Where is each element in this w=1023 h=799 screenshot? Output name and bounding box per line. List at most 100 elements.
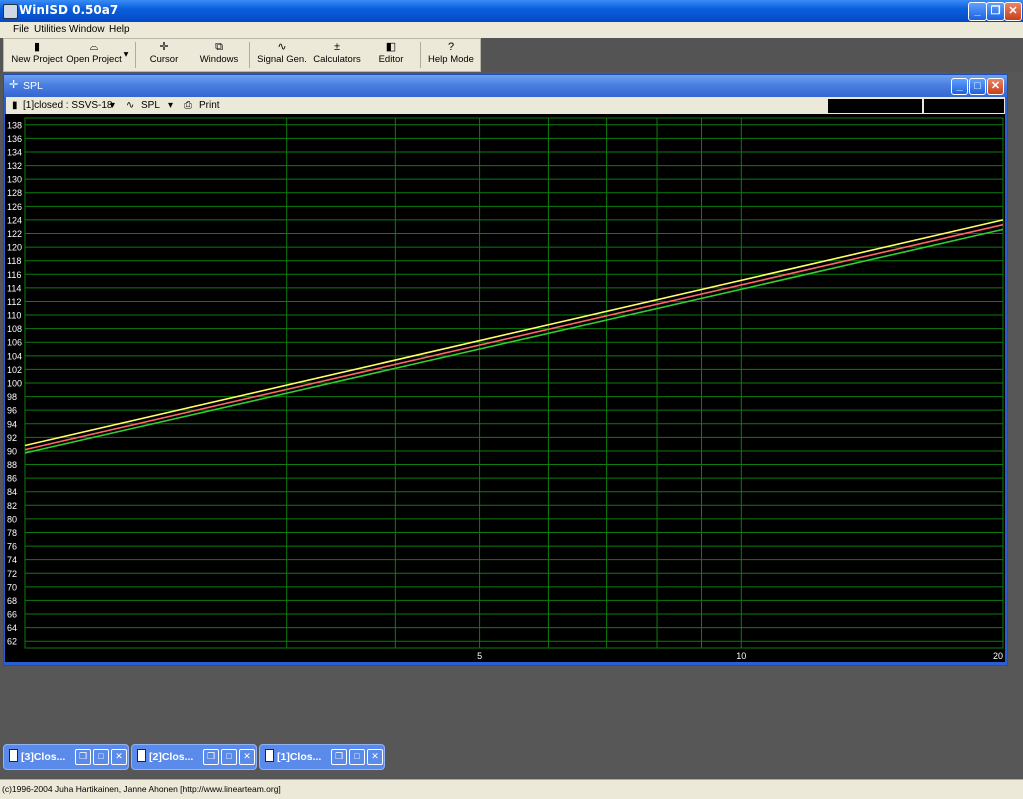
minimized-window-label: [3]Clos... <box>21 751 66 763</box>
cursor-button[interactable]: ✛ Cursor <box>144 41 184 65</box>
restore-button[interactable]: ❐ <box>986 2 1005 21</box>
y-tick-label: 106 <box>7 338 22 348</box>
project-icon <box>137 749 146 762</box>
y-tick-label: 88 <box>7 460 17 470</box>
spl-plot[interactable]: 62 64 66 68 70 72 74 76 78 80 82 84 86 88 90 92 94 96 98 10… <box>5 114 1005 662</box>
y-tick-label: 76 <box>7 542 17 552</box>
close-button[interactable]: ✕ <box>1004 2 1022 21</box>
project-icon <box>9 749 18 762</box>
open-project-dropdown[interactable]: ▾ <box>122 49 130 60</box>
menu-utilities[interactable]: Utilities <box>34 24 66 35</box>
spl-curve-2 <box>24 223 1004 451</box>
x-tick-label: 10 <box>736 651 746 661</box>
spl-minimize-button[interactable]: _ <box>951 78 968 95</box>
cursor-label: Cursor <box>149 54 179 65</box>
new-project-label: New Project <box>11 54 63 65</box>
graph-toolbar: ▮ [1]closed : SSVS-18 ▾ ∿ SPL ▾ ⎙ Print <box>6 97 1005 115</box>
editor-button[interactable]: ◧ Editor <box>372 41 410 65</box>
project-icon <box>265 749 274 762</box>
restore-icon[interactable]: ❐ <box>203 749 219 765</box>
app-titlebar: WinISD 0.50a7 _ ❐ ✕ <box>0 0 1023 22</box>
sine-wave-icon: ∿ <box>126 100 135 111</box>
menu-help[interactable]: Help <box>109 24 130 35</box>
help-mode-button[interactable]: ? Help Mode <box>428 41 474 65</box>
main-toolbar: ▮ New Project ⌓ Open Project ▾ ✛ Cursor … <box>3 38 481 72</box>
spl-maximize-button[interactable]: □ <box>969 78 986 95</box>
app-title: WinISD 0.50a7 <box>19 3 119 17</box>
menu-file[interactable]: File <box>13 24 29 35</box>
y-tick-label: 134 <box>7 147 22 157</box>
open-project-button[interactable]: ⌓ Open Project <box>66 41 122 65</box>
y-tick-label: 120 <box>7 243 22 253</box>
maximize-icon[interactable]: □ <box>221 749 237 765</box>
speaker-icon: ◧ <box>385 41 397 53</box>
y-tick-label: 86 <box>7 474 17 484</box>
crosshair-icon: ✛ <box>159 41 169 53</box>
spl-window-titlebar[interactable]: ✛ SPL _ □ ✕ <box>4 75 1007 97</box>
project-icon: ▮ <box>12 100 18 111</box>
y-tick-label: 132 <box>7 161 22 171</box>
chevron-down-icon[interactable]: ▾ <box>110 100 115 111</box>
cursor-readout-y <box>924 99 1004 113</box>
minimized-window-3[interactable]: [3]Clos... ❐ □ ✕ <box>3 744 129 770</box>
calculator-icon: ± <box>333 41 341 53</box>
x-tick-label: 5 <box>477 651 482 661</box>
spl-curve-3 <box>24 228 1004 454</box>
y-tick-label: 128 <box>7 188 22 198</box>
signal-gen-label: Signal Gen. <box>257 54 307 65</box>
y-tick-label: 110 <box>7 311 21 321</box>
folder-icon: ⌓ <box>89 41 99 53</box>
printer-icon: ⎙ <box>184 100 192 111</box>
crosshair-icon: ✛ <box>9 79 19 91</box>
maximize-icon[interactable]: □ <box>349 749 365 765</box>
calculators-label: Calculators <box>313 54 361 65</box>
y-tick-label: 72 <box>7 569 17 579</box>
y-tick-label: 136 <box>7 134 22 144</box>
menu-bar: File Utilities Window Help <box>0 22 1023 38</box>
open-project-label: Open Project <box>66 54 122 65</box>
question-icon: ? <box>447 41 455 53</box>
new-project-icon: ▮ <box>33 41 41 53</box>
cursor-readout-x <box>828 99 922 113</box>
menu-window[interactable]: Window <box>69 24 105 35</box>
print-button[interactable]: Print <box>199 100 220 111</box>
y-tick-label: 104 <box>7 351 22 361</box>
spl-chart[interactable]: 62 64 66 68 70 72 74 76 78 80 82 84 86 88 90 92 94 96 98 10… <box>5 114 1005 662</box>
maximize-icon[interactable]: □ <box>93 749 109 765</box>
y-tick-label: 130 <box>7 175 22 185</box>
minimized-window-1[interactable]: [1]Clos... ❐ □ ✕ <box>259 744 385 770</box>
minimize-button[interactable]: _ <box>968 2 987 21</box>
graph-type-select[interactable]: SPL <box>141 100 160 111</box>
y-tick-label: 96 <box>7 406 17 416</box>
close-icon[interactable]: ✕ <box>239 749 255 765</box>
y-tick-label: 62 <box>7 637 17 647</box>
y-tick-label: 138 <box>7 120 22 130</box>
restore-icon[interactable]: ❐ <box>331 749 347 765</box>
spl-close-button[interactable]: ✕ <box>987 78 1004 95</box>
y-tick-label: 98 <box>7 392 17 402</box>
calculators-button[interactable]: ± Calculators <box>311 41 363 65</box>
y-tick-label: 74 <box>7 555 17 565</box>
y-tick-label: 102 <box>7 365 22 375</box>
spl-window-title: SPL <box>23 80 43 92</box>
y-tick-label: 124 <box>7 215 22 225</box>
y-tick-label: 92 <box>7 433 17 443</box>
y-tick-label: 94 <box>7 419 17 429</box>
x-tick-label: 20 <box>993 651 1003 661</box>
y-tick-label: 126 <box>7 202 22 212</box>
restore-icon[interactable]: ❐ <box>75 749 91 765</box>
status-bar: (c)1996-2004 Juha Hartikainen, Janne Aho… <box>0 779 1023 799</box>
y-tick-label: 66 <box>7 610 17 620</box>
y-tick-label: 64 <box>7 623 17 633</box>
windows-button[interactable]: ⧉ Windows <box>197 41 241 65</box>
signal-gen-button[interactable]: ∿ Signal Gen. <box>256 41 308 65</box>
new-project-button[interactable]: ▮ New Project <box>11 41 63 65</box>
y-tick-label: 122 <box>7 229 22 239</box>
y-tick-label: 100 <box>7 379 22 389</box>
project-select[interactable]: [1]closed : SSVS-18 <box>23 100 113 111</box>
minimized-window-2[interactable]: [2]Clos... ❐ □ ✕ <box>131 744 257 770</box>
help-mode-label: Help Mode <box>428 54 474 65</box>
close-icon[interactable]: ✕ <box>111 749 127 765</box>
close-icon[interactable]: ✕ <box>367 749 383 765</box>
chevron-down-icon[interactable]: ▾ <box>168 100 173 111</box>
